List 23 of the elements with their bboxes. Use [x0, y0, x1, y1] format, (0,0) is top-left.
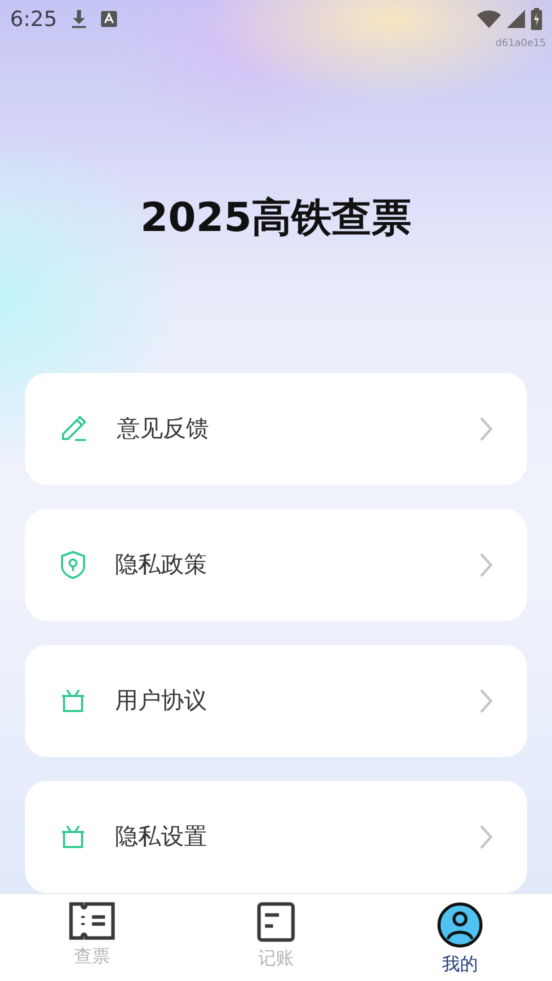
- keyboard-app-icon: [101, 10, 118, 27]
- status-time: 6:25: [10, 6, 58, 31]
- shield-icon: [59, 550, 87, 580]
- ticket-icon: [69, 902, 115, 940]
- pencil-icon: [59, 414, 89, 444]
- battery-icon: [531, 8, 542, 30]
- note-icon: [257, 902, 295, 942]
- menu-item[interactable]: 意见反馈: [25, 372, 527, 485]
- chevron-icon: [479, 416, 493, 442]
- box-icon: [59, 822, 87, 851]
- build-tag: d61a0e15: [496, 38, 546, 49]
- user-icon: [437, 902, 483, 948]
- download-icon: [71, 8, 88, 29]
- signal-icon: [507, 10, 525, 28]
- menu-item[interactable]: 隐私设置: [25, 780, 527, 893]
- wifi-icon: [477, 10, 501, 28]
- box-icon: [59, 686, 87, 715]
- chevron-icon: [479, 824, 493, 850]
- app-title: 2025高铁查票: [140, 194, 412, 243]
- menu-item[interactable]: 隐私政策: [25, 508, 527, 621]
- chevron-icon: [479, 552, 493, 578]
- chevron-icon: [479, 688, 493, 714]
- menu-item[interactable]: 用户协议: [25, 644, 527, 757]
